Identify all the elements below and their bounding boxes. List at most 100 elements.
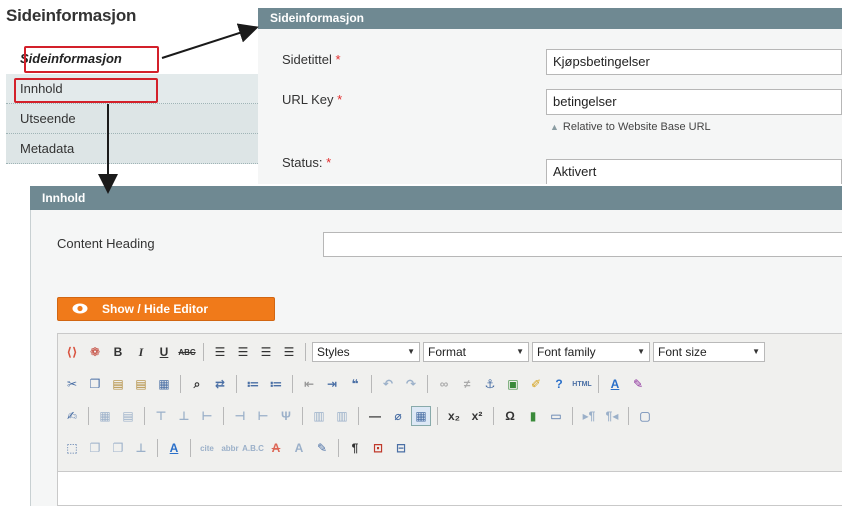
edit-css-icon[interactable]: ✍ [62,406,82,426]
content-heading-input[interactable] [323,232,842,257]
toolbar-row-2: ✂ ❐ ▤ ▤ ▦ ⌕ ⇄ ≔ ≔ ⇤ ⇥ ❝ ↶ ↷ ∞ ≠ ⚓ ▣ ✐ ? … [62,368,838,400]
chevron-down-icon: ▼ [516,347,524,356]
indent-icon[interactable]: ⇥ [322,374,342,394]
ins-icon[interactable]: A [289,438,309,458]
absolute-icon[interactable]: ⊥ [131,438,151,458]
toolbar-separator [572,407,573,425]
col-after-icon[interactable]: ⊢ [253,406,273,426]
table-row-props-icon[interactable]: ▤ [118,406,138,426]
move-forward-icon[interactable]: ❐ [85,438,105,458]
status-select[interactable]: Aktivert [546,159,842,184]
align-justify-icon[interactable]: ☰ [279,342,299,362]
del-icon[interactable]: A [266,438,286,458]
delete-col-icon[interactable]: Ψ [276,406,296,426]
show-hide-editor-button[interactable]: Show / Hide Editor [57,297,275,321]
find-icon[interactable]: ⌕ [187,374,207,394]
insert-image-icon[interactable]: ❁ [85,342,105,362]
outdent-icon[interactable]: ⇤ [299,374,319,394]
help-icon[interactable]: ? [549,374,569,394]
col-before-icon[interactable]: ⊣ [230,406,250,426]
toolbar-separator [236,375,237,393]
paste-text-icon[interactable]: ▤ [131,374,151,394]
insert-line-icon[interactable]: ▭ [546,406,566,426]
horizontal-rule-icon[interactable]: — [365,406,385,426]
italic-icon[interactable]: I [131,342,151,362]
editor-content-area[interactable] [57,471,842,506]
cleanup-icon[interactable]: ✐ [526,374,546,394]
url-key-input[interactable]: betingelser [546,89,842,115]
title-input[interactable]: Kjøpsbetingelser [546,49,842,75]
info-panel: Sideinformasjon Sidetittel * Kjøpsbeting… [258,8,842,184]
editor-toolbar: ⟨⟩ ❁ B I U ABC ☰ ☰ ☰ ☰ Styles ▼ Format ▼ F… [57,333,842,471]
page-break-icon[interactable]: ⊟ [391,438,411,458]
insert-layer-icon[interactable]: ⬚ [62,438,82,458]
abbr-icon[interactable]: abbr [220,438,240,458]
status-label: Status: * [282,155,331,170]
row-after-icon[interactable]: ⊥ [174,406,194,426]
unlink-icon[interactable]: ≠ [457,374,477,394]
chevron-down-icon: ▼ [752,347,760,356]
align-center-icon[interactable]: ☰ [233,342,253,362]
align-right-icon[interactable]: ☰ [256,342,276,362]
table-icon[interactable]: ▦ [95,406,115,426]
show-blocks-icon[interactable]: ¶ [345,438,365,458]
font-family-select[interactable]: Font family ▼ [532,342,650,362]
font-size-select[interactable]: Font size ▼ [653,342,765,362]
url-key-label: URL Key * [282,92,342,107]
split-cells-icon[interactable]: ▥ [309,406,329,426]
anchor-icon[interactable]: ⚓ [480,374,500,394]
move-backward-icon[interactable]: ❐ [108,438,128,458]
toolbar-separator [203,343,204,361]
toolbar-row-3: ✍ ▦ ▤ ⊤ ⊥ ⊢ ⊣ ⊢ Ψ ▥ ▥ — ⌀ ▦ x₂ x² Ω ▮ ▭ … [62,400,838,432]
attributes-icon[interactable]: ✎ [312,438,332,458]
cite-icon[interactable]: cite [197,438,217,458]
undo-icon[interactable]: ↶ [378,374,398,394]
styleprops-icon[interactable]: A [164,438,184,458]
redo-icon[interactable]: ↷ [401,374,421,394]
copy-icon[interactable]: ❐ [85,374,105,394]
html-icon[interactable]: HTML [572,374,592,394]
widget-icon[interactable]: ⟨⟩ [62,342,82,362]
media-icon[interactable]: ▮ [523,406,543,426]
blockquote-icon[interactable]: ❝ [345,374,365,394]
tab-utseende[interactable]: Utseende [6,104,258,134]
info-panel-body: Sidetittel * Kjøpsbetingelser URL Key * … [258,29,842,184]
strikethrough-icon[interactable]: ABC [177,342,197,362]
styles-select-label: Styles [317,345,350,359]
merge-cells-icon[interactable]: ▥ [332,406,352,426]
special-char-icon[interactable]: Ω [500,406,520,426]
bold-icon[interactable]: B [108,342,128,362]
link-icon[interactable]: ∞ [434,374,454,394]
align-left-icon[interactable]: ☰ [210,342,230,362]
bullet-list-icon[interactable]: ≔ [243,374,263,394]
tab-metadata[interactable]: Metadata [6,134,258,164]
ltr-icon[interactable]: ▸¶ [579,406,599,426]
format-select[interactable]: Format ▼ [423,342,529,362]
delete-row-icon[interactable]: ⊢ [197,406,217,426]
remove-format-icon[interactable]: ⌀ [388,406,408,426]
highlight-sideinformasjon-tab [24,46,159,73]
visual-aid-icon[interactable]: ▦ [411,406,431,426]
row-before-icon[interactable]: ⊤ [151,406,171,426]
toolbar-separator [358,407,359,425]
paste-word-icon[interactable]: ▦ [154,374,174,394]
replace-icon[interactable]: ⇄ [210,374,230,394]
text-color-icon[interactable]: A [605,374,625,394]
subscript-icon[interactable]: x₂ [444,406,464,426]
font-size-select-label: Font size [658,345,707,359]
styles-select[interactable]: Styles ▼ [312,342,420,362]
content-panel-body: Content Heading Show / Hide Editor ⟨⟩ ❁ … [30,210,842,506]
underline-icon[interactable]: U [154,342,174,362]
paste-icon[interactable]: ▤ [108,374,128,394]
acronym-icon[interactable]: A.B.C [242,438,264,458]
format-select-label: Format [428,345,467,359]
cut-icon[interactable]: ✂ [62,374,82,394]
fullscreen-icon[interactable]: ▢ [635,406,655,426]
nonbreaking-icon[interactable]: ⊡ [368,438,388,458]
rtl-icon[interactable]: ¶◂ [602,406,622,426]
numbered-list-icon[interactable]: ≔ [266,374,286,394]
superscript-icon[interactable]: x² [467,406,487,426]
toolbar-separator [493,407,494,425]
highlight-color-icon[interactable]: ✎ [628,374,648,394]
image-icon[interactable]: ▣ [503,374,523,394]
